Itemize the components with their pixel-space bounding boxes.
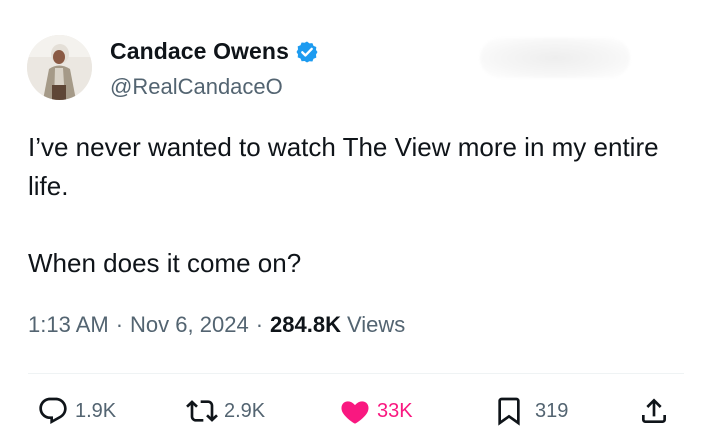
- divider: [28, 373, 684, 374]
- tweet-card: Candace Owens @RealCandaceO I’ve never w…: [0, 0, 710, 447]
- bookmark-count: 319: [535, 399, 569, 422]
- like-count: 33K: [377, 399, 413, 422]
- tweet-paragraph: I’ve never wanted to watch The View more…: [28, 132, 659, 201]
- bookmark-icon: [493, 395, 525, 427]
- tweet-text: I’ve never wanted to watch The View more…: [28, 128, 678, 283]
- meta-separator: ·: [115, 312, 124, 337]
- retweet-icon: [186, 395, 218, 427]
- reply-count: 1.9K: [75, 399, 117, 422]
- author-handle[interactable]: @RealCandaceO: [110, 74, 283, 100]
- retweet-button[interactable]: 2.9K: [186, 391, 265, 431]
- tweet-paragraph: When does it come on?: [28, 248, 302, 278]
- avatar[interactable]: [27, 35, 92, 100]
- reply-icon: [37, 395, 69, 427]
- views-label[interactable]: Views: [347, 312, 405, 338]
- share-button[interactable]: [638, 391, 670, 431]
- heart-icon: [339, 395, 371, 427]
- redacted-area: [480, 38, 630, 78]
- views-count[interactable]: 284.8K: [270, 312, 341, 338]
- tweet-time[interactable]: 1:13 AM: [28, 312, 109, 338]
- tweet-meta: 1:13 AM · Nov 6, 2024 · 284.8K Views: [28, 312, 405, 338]
- share-icon: [638, 395, 670, 427]
- author-name-row: Candace Owens: [110, 38, 319, 65]
- meta-separator: ·: [255, 312, 264, 337]
- reply-button[interactable]: 1.9K: [37, 391, 116, 431]
- verified-badge-icon[interactable]: [295, 40, 319, 64]
- action-bar: 1.9K 2.9K 33K 319: [0, 391, 710, 431]
- bookmark-button[interactable]: 319: [493, 391, 568, 431]
- tweet-date[interactable]: Nov 6, 2024: [130, 312, 249, 338]
- author-display-name[interactable]: Candace Owens: [110, 38, 289, 65]
- like-button[interactable]: 33K: [339, 391, 413, 431]
- retweet-count: 2.9K: [224, 399, 266, 422]
